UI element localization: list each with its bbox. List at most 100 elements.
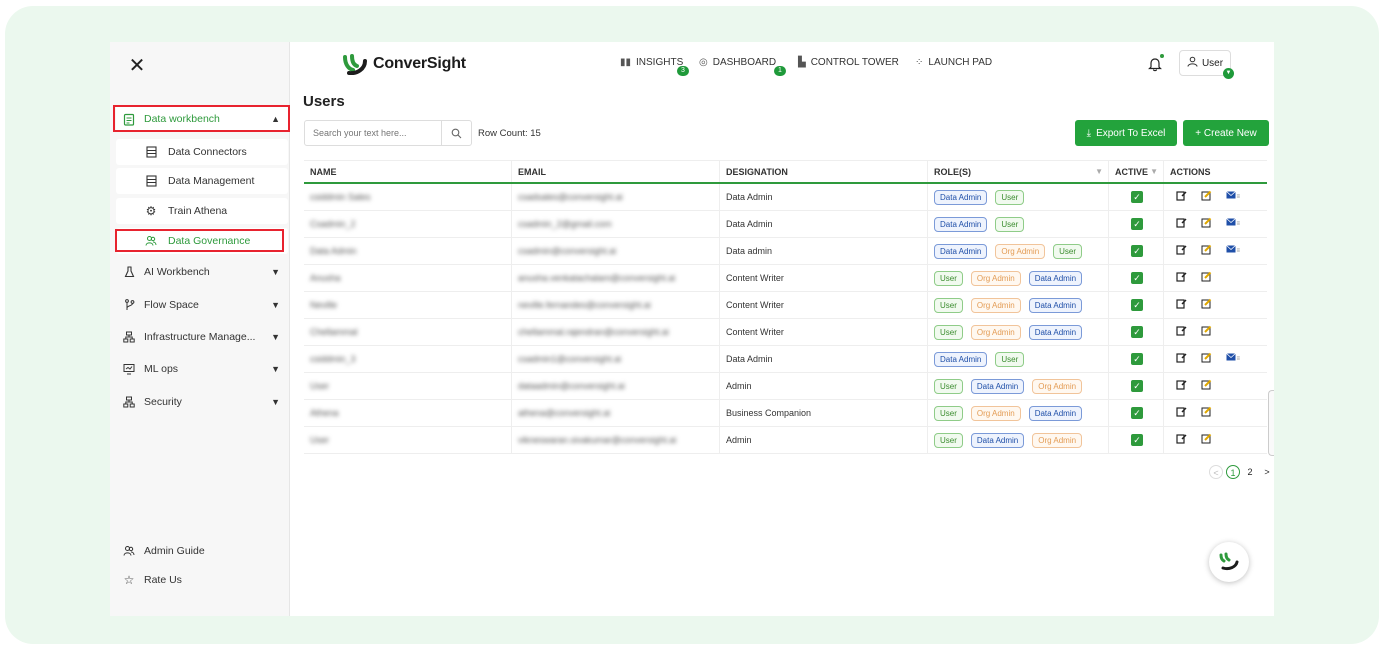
role-badge: User (934, 297, 963, 313)
edit-icon[interactable] (1201, 244, 1212, 258)
sidebar-item-flow-space[interactable]: Flow Space ▼ (116, 292, 288, 318)
resend-email-icon[interactable]: ≡ (1226, 245, 1241, 257)
filter-icon[interactable]: ▼ (1095, 167, 1103, 176)
edit-icon[interactable] (1201, 217, 1212, 231)
cell-name: Chellammal (304, 319, 512, 345)
active-checkbox[interactable]: ✓ (1131, 407, 1143, 419)
export-label: Export To Excel (1096, 127, 1166, 139)
column-header-designation[interactable]: DESIGNATION (720, 161, 928, 182)
notification-dot (1160, 54, 1164, 58)
edit-icon[interactable] (1201, 325, 1212, 339)
active-checkbox[interactable]: ✓ (1131, 434, 1143, 446)
sidebar-item-data-connectors[interactable]: Data Connectors (116, 139, 288, 165)
nav-launch-pad[interactable]: ⁘ LAUNCH PAD (915, 57, 992, 68)
user-name: csiddmin Sales (310, 192, 371, 202)
sidebar-item-ml-ops[interactable]: ML ops ▼ (116, 356, 288, 382)
cell-designation: Data Admin (720, 184, 928, 210)
sidebar-item-train-athena[interactable]: ⚙ Train Athena (116, 198, 288, 224)
sidebar-item-infrastructure[interactable]: Infrastructure Manage... ▼ (116, 324, 288, 350)
role-badge: User (934, 270, 963, 286)
sidebar-item-admin-guide[interactable]: Admin Guide (116, 538, 288, 564)
cell-designation: Data admin (720, 238, 928, 264)
next-page-button[interactable]: > (1260, 465, 1274, 479)
search-icon[interactable] (441, 121, 471, 145)
filter-icon[interactable]: ▼ (1150, 167, 1158, 176)
view-details-icon[interactable] (1176, 352, 1187, 366)
active-checkbox[interactable]: ✓ (1131, 353, 1143, 365)
sidebar-item-data-management[interactable]: Data Management (116, 168, 288, 194)
chat-logo-icon (1219, 552, 1239, 571)
view-details-icon[interactable] (1176, 190, 1187, 204)
column-header-roles[interactable]: ROLE(S) ▼ (928, 161, 1109, 182)
column-header-active[interactable]: ACTIVE ▼ (1109, 161, 1164, 182)
edit-icon[interactable] (1201, 271, 1212, 285)
monitor-icon (122, 362, 136, 376)
edit-icon[interactable] (1201, 433, 1212, 447)
active-checkbox[interactable]: ✓ (1131, 245, 1143, 257)
export-excel-button[interactable]: ⤓ Export To Excel (1075, 120, 1177, 146)
cell-actions: ≡ (1164, 346, 1267, 372)
table-row: Anusha anusha.venkatachalam@conversight.a… (304, 265, 1267, 292)
resend-email-icon[interactable]: ≡ (1226, 191, 1241, 203)
view-details-icon[interactable] (1176, 406, 1187, 420)
tower-icon: ▙ (798, 57, 806, 68)
active-checkbox[interactable]: ✓ (1131, 191, 1143, 203)
sidebar-item-ai-workbench[interactable]: AI Workbench ▼ (116, 259, 288, 285)
cell-name: csiddmin_3 (304, 346, 512, 372)
nav-dashboard[interactable]: ◎ DASHBOARD (699, 57, 776, 68)
nav-control-tower[interactable]: ▙ CONTROL TOWER (798, 57, 899, 68)
edit-icon[interactable] (1201, 190, 1212, 204)
view-details-icon[interactable] (1176, 271, 1187, 285)
cell-roles: Data Admin User (928, 211, 1109, 237)
column-header-email[interactable]: EMAIL (512, 161, 720, 182)
active-checkbox[interactable]: ✓ (1131, 326, 1143, 338)
nav-label: DASHBOARD (712, 57, 777, 68)
role-badge: Org Admin (970, 270, 1021, 286)
table-row: Neville neville.fernandes@conversight.ai C… (304, 292, 1267, 319)
sidebar: ✕ Data workbench ▲ Data Connectors Data … (110, 42, 290, 616)
sidebar-item-rate-us[interactable]: ☆ Rate Us (116, 567, 288, 593)
view-details-icon[interactable] (1176, 379, 1187, 393)
sidebar-item-data-workbench[interactable]: Data workbench ▲ (116, 106, 288, 132)
view-details-icon[interactable] (1176, 244, 1187, 258)
active-checkbox[interactable]: ✓ (1131, 299, 1143, 311)
user-email: csadmin1@conversight.ai (518, 354, 622, 364)
chat-assistant-button[interactable] (1209, 542, 1249, 582)
create-new-button[interactable]: + Create New (1183, 120, 1269, 146)
sidebar-item-data-governance[interactable]: Data Governance (116, 228, 288, 254)
active-checkbox[interactable]: ✓ (1131, 272, 1143, 284)
role-badge: User (1053, 243, 1083, 259)
bell-icon[interactable] (1148, 56, 1162, 77)
view-details-icon[interactable] (1176, 433, 1187, 447)
gear-icon: ⚙ (145, 204, 157, 218)
cell-email: chellammal.rajendran@conversight.ai (512, 319, 720, 345)
resend-email-icon[interactable]: ≡ (1226, 218, 1241, 230)
resend-email-icon[interactable]: ≡ (1226, 353, 1241, 365)
dashboard-badge: 1 (774, 66, 786, 76)
close-icon[interactable]: ✕ (127, 54, 147, 78)
column-header-name[interactable]: NAME (304, 161, 512, 182)
view-details-icon[interactable] (1176, 298, 1187, 312)
column-header-label: ACTIVE (1115, 166, 1149, 177)
search-input[interactable] (305, 128, 441, 138)
svg-text:≡: ≡ (1237, 221, 1241, 227)
nav-insights[interactable]: ▮▮ INSIGHTS (620, 57, 683, 68)
edit-icon[interactable] (1201, 379, 1212, 393)
edit-icon[interactable] (1201, 406, 1212, 420)
active-checkbox[interactable]: ✓ (1131, 218, 1143, 230)
cell-email: vikneswaran.sivakumar@conversight.ai (512, 427, 720, 453)
sidebar-item-security[interactable]: Security ▼ (116, 389, 288, 415)
edit-icon[interactable] (1201, 298, 1212, 312)
view-details-icon[interactable] (1176, 217, 1187, 231)
user-dropdown-icon[interactable]: ▼ (1223, 68, 1234, 79)
role-badge: Data Admin (934, 189, 988, 205)
view-details-icon[interactable] (1176, 325, 1187, 339)
prev-page-button[interactable]: < (1209, 465, 1223, 479)
page-1-button[interactable]: 1 (1226, 465, 1240, 479)
logo-text: ConverSight (373, 55, 466, 72)
active-checkbox[interactable]: ✓ (1131, 380, 1143, 392)
role-badge: Data Admin (934, 243, 988, 259)
side-panel-handle[interactable] (1268, 390, 1274, 456)
edit-icon[interactable] (1201, 352, 1212, 366)
page-2-button[interactable]: 2 (1243, 465, 1257, 479)
